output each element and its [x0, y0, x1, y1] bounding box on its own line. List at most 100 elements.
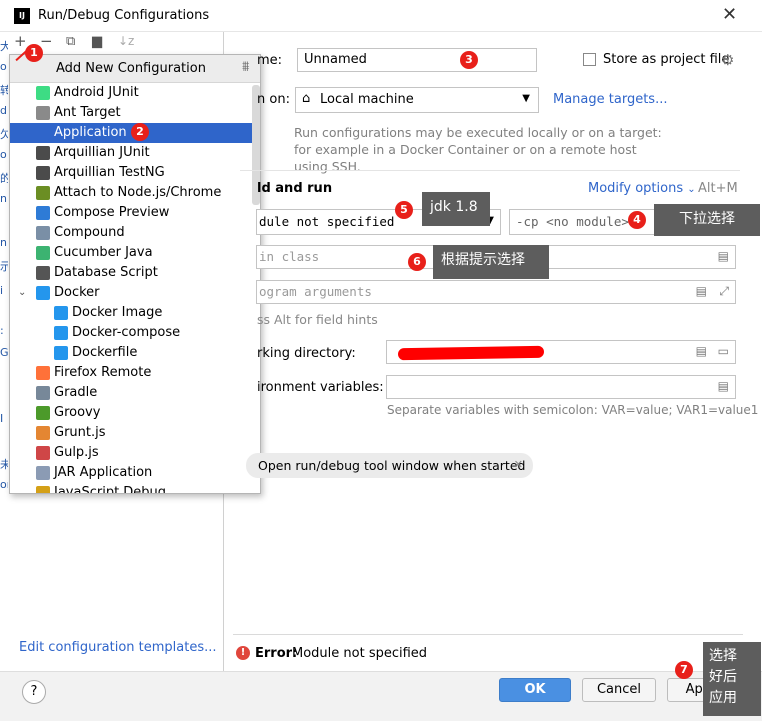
bg-glyph: :: [0, 324, 4, 337]
step-badge-2: 2: [131, 123, 149, 141]
divider: [233, 634, 743, 635]
copy-icon[interactable]: ⧉: [66, 34, 75, 49]
step-badge-6: 6: [408, 253, 426, 271]
background-editor-edge: 大 o 转 d 欠 o 的 n n 示 i : G I 未 or: [0, 32, 11, 492]
name-value: Unnamed: [304, 52, 367, 67]
configuration-type-icon: [36, 106, 50, 120]
step-badge-3: 3: [460, 51, 478, 69]
bg-glyph: I: [0, 412, 4, 425]
popup-title: Add New Configuration: [56, 61, 206, 76]
error-message: Module not specified: [292, 646, 428, 661]
edit-templates-link[interactable]: Edit configuration templates...: [19, 640, 217, 655]
folder-icon[interactable]: ▭: [718, 344, 729, 358]
popup-item[interactable]: Compound: [10, 223, 252, 243]
manage-targets-link[interactable]: Manage targets...: [553, 92, 667, 107]
tooltip-apply: 选择 好后 应用: [703, 642, 761, 716]
popup-item[interactable]: JAR Application: [10, 463, 252, 483]
popup-item[interactable]: Compose Preview: [10, 203, 252, 223]
configuration-type-icon: [36, 186, 50, 200]
configuration-type-icon: [36, 366, 50, 380]
cp-value: -cp <no module>: [516, 214, 629, 229]
popup-item-label: JavaScript Debug: [54, 485, 167, 494]
popup-item[interactable]: Gulp.js: [10, 443, 252, 463]
section-title: ld and run: [257, 181, 333, 196]
program-arguments-field[interactable]: ogram arguments ▤ ⤢: [256, 280, 736, 304]
popup-item[interactable]: Arquillian JUnit: [10, 143, 252, 163]
popup-item[interactable]: JavaScript Debug: [10, 483, 252, 494]
home-icon: ⌂: [302, 91, 311, 106]
edit-icon[interactable]: ▤: [696, 284, 707, 298]
working-dir-label: rking directory:: [257, 346, 356, 361]
name-field[interactable]: Unnamed: [297, 48, 537, 72]
minus-icon[interactable]: −: [40, 32, 53, 50]
popup-item[interactable]: Docker-compose: [10, 323, 252, 343]
expand-icon[interactable]: ⤢: [719, 284, 729, 299]
popup-item[interactable]: Database Script: [10, 263, 252, 283]
configuration-type-icon: [36, 446, 50, 460]
popup-item[interactable]: Groovy: [10, 403, 252, 423]
bg-glyph: n: [0, 192, 7, 205]
plus-icon[interactable]: +: [14, 32, 27, 50]
module-value: dule not specified: [259, 214, 395, 229]
error-icon: !: [236, 646, 250, 660]
configuration-type-icon: [54, 306, 68, 320]
store-label: Store as project file: [603, 52, 730, 67]
folder-add-icon[interactable]: ▆: [92, 34, 102, 49]
gear-icon[interactable]: ⚙: [721, 51, 734, 69]
configuration-type-icon: [36, 206, 50, 220]
popup-item[interactable]: Arquillian TestNG: [10, 163, 252, 183]
tooltip-apply-line: 好后: [709, 669, 737, 685]
popup-item-label: Compose Preview: [54, 205, 170, 220]
popup-item-label: Android JUnit: [54, 85, 139, 100]
ok-button[interactable]: OK: [499, 678, 571, 702]
popup-item[interactable]: Attach to Node.js/Chrome: [10, 183, 252, 203]
popup-item[interactable]: Docker ⌄: [10, 283, 252, 303]
tooltip-jdk: jdk 1.8: [422, 192, 490, 226]
popup-item[interactable]: Firefox Remote: [10, 363, 252, 383]
popup-item[interactable]: Gradle: [10, 383, 252, 403]
configuration-type-icon: [36, 486, 50, 493]
popup-item[interactable]: Android JUnit: [10, 83, 252, 103]
chevron-down-icon[interactable]: ⌄: [18, 283, 26, 303]
tooltip-apply-line: 应用: [709, 690, 737, 706]
edit-icon[interactable]: ▤: [696, 344, 707, 358]
configuration-type-icon: [54, 346, 68, 360]
name-label: me:: [257, 53, 283, 68]
modify-shortcut: Alt+M: [698, 181, 738, 196]
configuration-type-icon: [54, 326, 68, 340]
environment-variables-field[interactable]: ▤: [386, 375, 736, 399]
bg-glyph: o: [0, 148, 7, 161]
browse-icon[interactable]: ▤: [718, 249, 729, 263]
configuration-type-icon: [36, 226, 50, 240]
collapse-icon[interactable]: ⩩: [242, 59, 249, 75]
env-label: ironment variables:: [257, 380, 384, 395]
popup-item-label: Ant Target: [54, 105, 121, 120]
sort-icon[interactable]: ↓z: [118, 34, 134, 48]
cancel-button[interactable]: Cancel: [582, 678, 656, 702]
popup-item[interactable]: Docker Image: [10, 303, 252, 323]
popup-item[interactable]: Ant Target: [10, 103, 252, 123]
divider: [240, 170, 740, 171]
configuration-type-icon: [36, 86, 50, 100]
chip-label: Open run/debug tool window when started: [258, 458, 526, 473]
run-on-label: n on:: [257, 92, 290, 107]
popup-item[interactable]: Cucumber Java: [10, 243, 252, 263]
popup-item[interactable]: Grunt.js: [10, 423, 252, 443]
run-on-select[interactable]: ⌂ Local machine ▼: [295, 87, 539, 113]
window-title: Run/Debug Configurations: [38, 8, 210, 23]
popup-item-label: Application: [54, 125, 127, 140]
help-button[interactable]: ?: [22, 680, 46, 704]
chip-close-icon[interactable]: ✕: [514, 458, 523, 471]
configuration-type-icon: [36, 406, 50, 420]
modify-options-link[interactable]: Modify options ⌄: [588, 181, 696, 196]
popup-header: Add New Configuration ⩩: [10, 55, 260, 83]
close-icon[interactable]: ✕: [722, 4, 737, 25]
open-tool-window-chip[interactable]: Open run/debug tool window when started …: [246, 453, 533, 478]
popup-item-label: Docker: [54, 285, 100, 300]
bg-glyph: i: [0, 284, 4, 297]
store-checkbox[interactable]: [583, 53, 596, 66]
popup-item[interactable]: Dockerfile: [10, 343, 252, 363]
popup-item-label: Compound: [54, 225, 125, 240]
popup-item-label: Groovy: [54, 405, 101, 420]
edit-icon[interactable]: ▤: [718, 379, 729, 393]
